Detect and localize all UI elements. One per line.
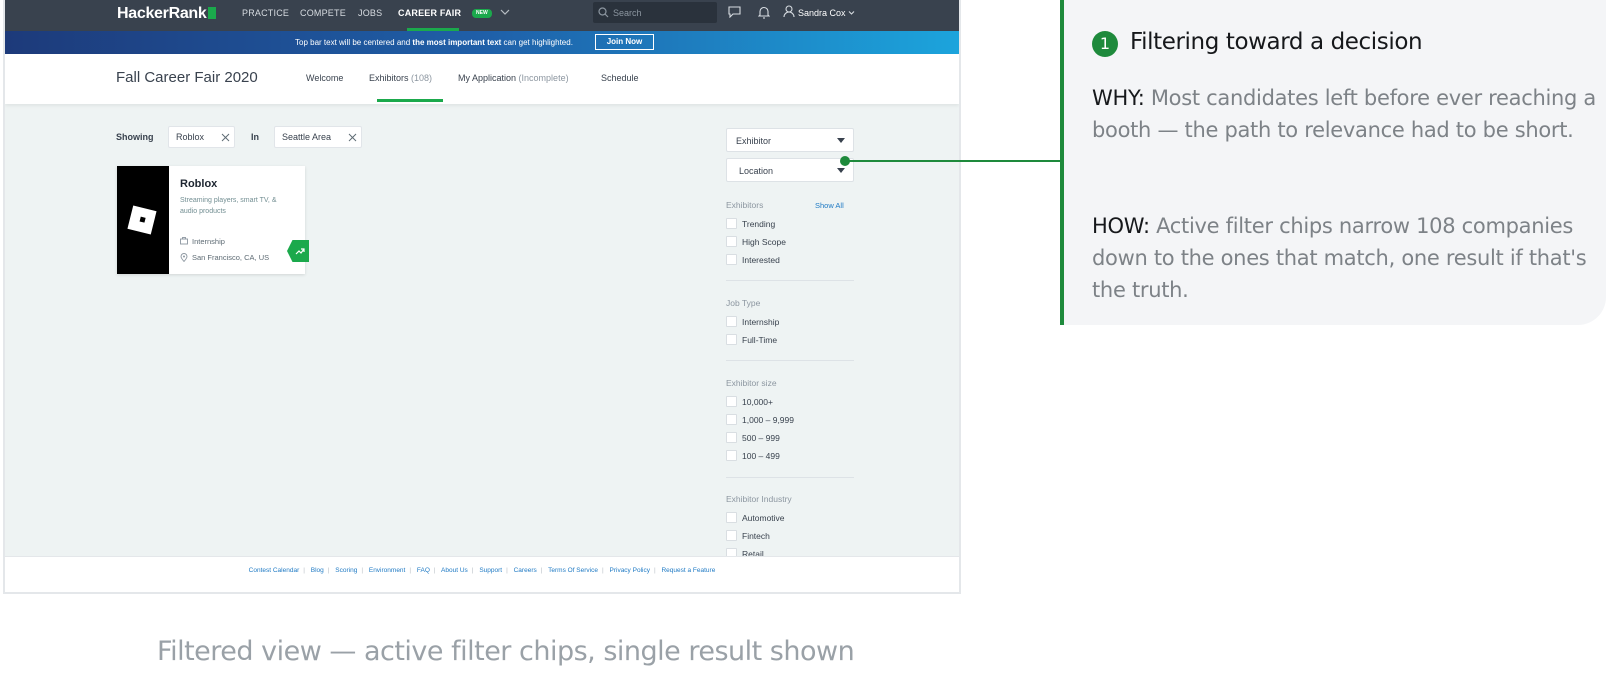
briefcase-icon [180, 237, 188, 245]
promo-banner: Top bar text will be centered and the mo… [5, 31, 959, 54]
join-now-button[interactable]: Join Now [595, 34, 654, 50]
nav-jobs[interactable]: JOBS [358, 8, 382, 18]
annotation-how: HOW: Active filter chips narrow 108 comp… [1092, 214, 1587, 302]
new-badge: NEW [472, 9, 492, 18]
active-tab-indicator [377, 99, 443, 102]
footer-link-privacy[interactable]: Privacy Policy [610, 567, 650, 574]
footer-link-scoring[interactable]: Scoring [335, 567, 357, 574]
footer-link-support[interactable]: Support [479, 567, 502, 574]
company-logo [117, 166, 169, 274]
footer-link-contest-calendar[interactable]: Contest Calendar [249, 567, 300, 574]
divider [726, 477, 854, 478]
nav-compete[interactable]: COMPETE [300, 8, 346, 18]
filter-chip-company: Roblox [168, 126, 235, 148]
exhibitor-dropdown[interactable]: Exhibitor [726, 128, 854, 152]
divider [726, 280, 854, 281]
chip-label: Roblox [176, 132, 205, 142]
search-icon [598, 7, 609, 18]
in-label: In [251, 132, 259, 142]
close-icon[interactable] [221, 133, 230, 142]
map-pin-icon [180, 253, 188, 262]
annotation-title: Filtering toward a decision [1130, 29, 1423, 55]
divider [726, 360, 854, 361]
chat-icon[interactable] [728, 6, 741, 18]
show-all-link[interactable]: Show All [815, 201, 844, 210]
job-type-group-title: Job Type [726, 298, 761, 308]
annotation-why: WHY: Most candidates left before ever re… [1092, 86, 1596, 142]
annotation-panel: 1 Filtering toward a decision WHY: Most … [1060, 0, 1606, 325]
exhibitor-card[interactable]: Roblox Streaming players, smart TV, & au… [117, 166, 309, 274]
chip-label: Seattle Area [282, 132, 332, 142]
caret-down-icon [837, 138, 845, 143]
chevron-down-icon[interactable] [848, 10, 855, 16]
user-icon[interactable] [783, 5, 795, 18]
figure-caption: Filtered view — active filter chips, sin… [157, 636, 855, 667]
trending-up-icon [295, 248, 305, 255]
hackerrank-logo[interactable]: HackerRank [117, 5, 216, 23]
footer-link-terms[interactable]: Terms Of Service [548, 567, 598, 574]
footer-links: Contest Calendar | Blog | Scoring | Environ… [248, 567, 716, 574]
chevron-down-icon[interactable] [500, 7, 510, 17]
showing-label: Showing [116, 132, 154, 142]
tab-welcome[interactable]: Welcome [306, 73, 343, 83]
caret-down-icon [837, 168, 845, 173]
search-input[interactable] [613, 5, 713, 20]
annotation-number-badge: 1 [1092, 31, 1118, 57]
footer-link-environment[interactable]: Environment [369, 567, 406, 574]
app-screenshot: HackerRank PRACTICE COMPETE JOBS CAREER … [3, 0, 961, 594]
footer-link-about-us[interactable]: About Us [441, 567, 468, 574]
trending-badge [287, 240, 309, 262]
nav-practice[interactable]: PRACTICE [242, 8, 289, 18]
page-footer: Contest Calendar | Blog | Scoring | Environ… [5, 556, 959, 592]
nav-career-fair[interactable]: CAREER FAIR [398, 8, 461, 18]
company-description: Streaming players, smart TV, & audio pro… [180, 197, 277, 215]
footer-link-faq[interactable]: FAQ [417, 567, 430, 574]
exhibitors-group-title: Exhibitors [726, 200, 764, 210]
logo-mark [207, 7, 216, 19]
roblox-logo-icon [127, 205, 157, 235]
filter-chip-location: Seattle Area [274, 126, 362, 148]
footer-link-careers[interactable]: Careers [514, 567, 537, 574]
tab-my-application[interactable]: My Application (Incomplete) [458, 73, 569, 83]
location-dropdown[interactable]: Location [726, 158, 854, 182]
industry-group-title: Exhibitor Industry [726, 494, 792, 504]
tab-schedule[interactable]: Schedule [601, 73, 639, 83]
close-icon[interactable] [348, 133, 357, 142]
promo-text: Top bar text will be centered and the mo… [295, 38, 573, 47]
footer-link-blog[interactable]: Blog [311, 567, 324, 574]
company-name[interactable]: Roblox [180, 178, 217, 190]
footer-link-request-feature[interactable]: Request a Feature [661, 567, 715, 574]
page-header: Fall Career Fair 2020 Welcome Exhibitors… [5, 54, 959, 104]
search-box[interactable] [593, 2, 717, 23]
user-name[interactable]: Sandra Cox [798, 8, 846, 18]
bell-icon[interactable] [758, 6, 770, 19]
size-group-title: Exhibitor size [726, 378, 777, 388]
page-title: Fall Career Fair 2020 [116, 69, 258, 86]
tab-exhibitors[interactable]: Exhibitors (108) [369, 73, 432, 83]
top-nav-bar: HackerRank PRACTICE COMPETE JOBS CAREER … [5, 0, 959, 31]
